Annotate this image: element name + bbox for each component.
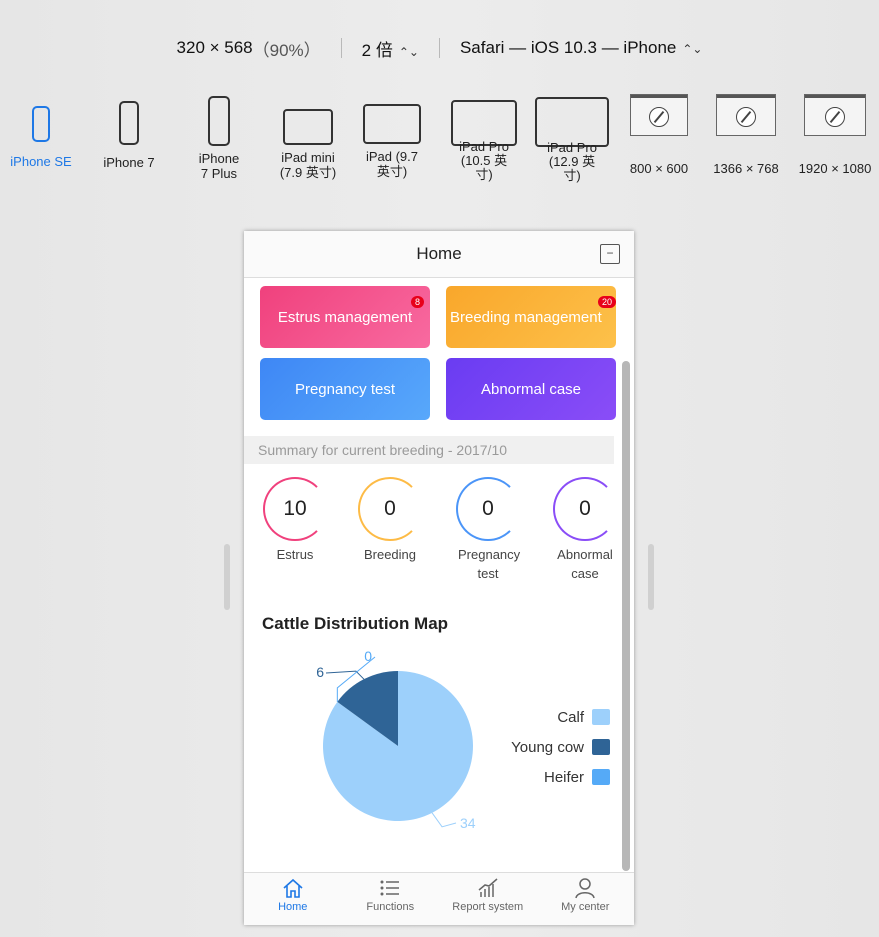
device-ipad-pro-12-9[interactable]: iPad Pro (12.9 英寸)	[532, 92, 612, 183]
device-iphone-7[interactable]: iPhone 7	[94, 92, 164, 170]
device-iphone-se[interactable]: iPhone SE	[4, 92, 78, 169]
tablet-icon	[363, 104, 421, 144]
stat-ring: 10	[263, 477, 327, 541]
browser-select[interactable]: Safari — iOS 10.3 — iPhone ⌃⌄	[460, 38, 703, 58]
device-ipad-pro-10-5[interactable]: iPad Pro (10.5 英寸)	[444, 92, 524, 182]
user-icon	[575, 878, 595, 899]
stat-label: Abnormal case	[557, 547, 613, 581]
tab-home[interactable]: Home	[244, 873, 342, 925]
chart-icon	[478, 878, 498, 897]
compass-icon	[649, 107, 669, 127]
updown-chevron-icon: ⌃⌄	[398, 44, 419, 59]
pie-data-label: 6	[316, 664, 324, 680]
device-iphone-7-plus[interactable]: iPhone 7 Plus	[184, 92, 254, 181]
pie-label-line	[325, 670, 365, 680]
phone-icon	[119, 101, 139, 145]
resolution-label: 320 × 568	[176, 38, 253, 57]
app-navbar: Home −	[244, 231, 634, 278]
collapse-menu-icon[interactable]: −	[600, 244, 620, 264]
stat-label: Breeding	[363, 547, 417, 562]
card-breeding-management[interactable]: Breeding management 20	[446, 286, 616, 348]
stat-breeding[interactable]: 0 Breeding	[350, 477, 430, 564]
divider	[340, 38, 342, 58]
stat-ring: 0	[553, 477, 617, 541]
resize-handle-right[interactable]	[648, 544, 654, 610]
safari-window-icon	[716, 94, 776, 136]
device-ipad[interactable]: iPad (9.7 英寸)	[356, 92, 428, 179]
stat-abnormal-case[interactable]: 0 Abnormal case	[545, 477, 625, 583]
tab-functions[interactable]: Functions	[342, 873, 440, 925]
legend-swatch	[592, 739, 610, 755]
pie-label-line	[431, 812, 457, 828]
device-viewport: Home − Estrus management 8 Breeding mana…	[244, 231, 634, 925]
legend-swatch	[592, 769, 610, 785]
device-picker: iPhone SE iPhone 7 iPhone 7 Plus iPad mi…	[0, 92, 879, 202]
tab-bar: Home Functions Report system My center	[244, 872, 634, 925]
summary-header: Summary for current breeding - 2017/10	[244, 436, 614, 464]
divider	[438, 38, 440, 58]
resize-handle-left[interactable]	[224, 544, 230, 610]
legend-swatch	[592, 709, 610, 725]
card-estrus-management[interactable]: Estrus management 8	[260, 286, 430, 348]
scale-select[interactable]: 2 倍 ⌃⌄	[362, 36, 419, 61]
safari-window-icon	[630, 94, 688, 136]
legend-item-calf[interactable]: Calf	[511, 702, 610, 732]
zoom-label: （90%）	[252, 40, 321, 60]
legend-item-heifer[interactable]: Heifer	[511, 762, 610, 792]
stat-label: Estrus	[276, 547, 314, 562]
list-icon	[380, 880, 400, 896]
stat-estrus[interactable]: 10 Estrus	[255, 477, 335, 564]
card-abnormal-case[interactable]: Abnormal case	[446, 358, 616, 420]
phone-icon	[208, 96, 230, 146]
count-badge: 20	[597, 296, 616, 308]
pie-data-label: 0	[364, 648, 372, 664]
tab-my-center[interactable]: My center	[537, 873, 635, 925]
tab-report-system[interactable]: Report system	[439, 873, 537, 925]
compass-icon	[825, 107, 845, 127]
chart-legend: Calf Young cow Heifer	[511, 702, 610, 792]
device-800x600[interactable]: 800 × 600	[622, 92, 696, 176]
tablet-icon	[283, 109, 333, 145]
pie-data-label: 34	[460, 815, 476, 831]
stat-pregnancy-test[interactable]: 0 Pregnancy test	[448, 477, 528, 583]
legend-item-young-cow[interactable]: Young cow	[511, 732, 610, 762]
chart-title: Cattle Distribution Map	[262, 614, 449, 633]
device-1920x1080[interactable]: 1920 × 1080	[794, 92, 876, 176]
compass-icon	[736, 107, 756, 127]
device-1366x768[interactable]: 1366 × 768	[708, 92, 784, 176]
phone-icon	[32, 106, 50, 142]
stat-ring: 0	[358, 477, 422, 541]
pie-chart: 34 6 0	[316, 648, 476, 831]
updown-chevron-icon: ⌃⌄	[682, 42, 703, 56]
page-title: Home	[416, 244, 462, 263]
count-badge: 8	[410, 296, 424, 308]
home-icon	[283, 878, 303, 898]
stat-ring: 0	[456, 477, 520, 541]
device-ipad-mini[interactable]: iPad mini (7.9 英寸)	[270, 92, 346, 180]
card-pregnancy-test[interactable]: Pregnancy test	[260, 358, 430, 420]
safari-window-icon	[804, 94, 866, 136]
responsive-toolbar: 320 × 568 （90%） 2 倍 ⌃⌄ Safari — iOS 10.3 …	[0, 34, 879, 62]
stat-label: Pregnancy test	[458, 547, 521, 581]
scrollbar[interactable]	[622, 361, 630, 871]
